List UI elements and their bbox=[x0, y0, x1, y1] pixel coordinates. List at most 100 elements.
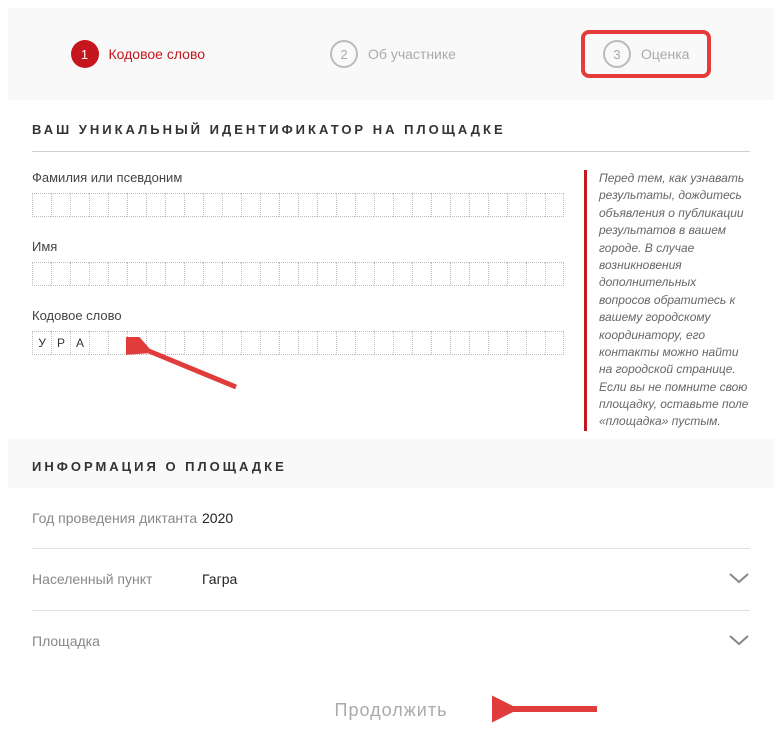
cell[interactable] bbox=[317, 331, 336, 355]
cell[interactable] bbox=[51, 193, 70, 217]
cell[interactable] bbox=[526, 262, 545, 286]
cell[interactable] bbox=[507, 331, 526, 355]
cell[interactable] bbox=[298, 193, 317, 217]
cell[interactable] bbox=[507, 193, 526, 217]
cell[interactable] bbox=[108, 262, 127, 286]
cell[interactable] bbox=[469, 331, 488, 355]
cell[interactable] bbox=[469, 193, 488, 217]
cell[interactable] bbox=[222, 193, 241, 217]
cell[interactable] bbox=[222, 262, 241, 286]
cell[interactable] bbox=[203, 262, 222, 286]
cell[interactable] bbox=[488, 262, 507, 286]
cell[interactable]: У bbox=[32, 331, 51, 355]
section-identifier: ВАШ УНИКАЛЬНЫЙ ИДЕНТИФИКАТОР НА ПЛОЩАДКЕ… bbox=[8, 102, 774, 439]
cell[interactable] bbox=[431, 331, 450, 355]
city-label: Населенный пункт bbox=[32, 571, 202, 587]
cell[interactable] bbox=[526, 331, 545, 355]
cell[interactable] bbox=[412, 331, 431, 355]
cell[interactable] bbox=[545, 331, 564, 355]
cell[interactable] bbox=[507, 262, 526, 286]
cell[interactable] bbox=[260, 331, 279, 355]
cell[interactable] bbox=[127, 262, 146, 286]
step-2-num: 2 bbox=[330, 40, 358, 68]
cell[interactable] bbox=[393, 262, 412, 286]
cell[interactable] bbox=[412, 262, 431, 286]
step-1[interactable]: 1 Кодовое слово bbox=[71, 40, 206, 68]
cell[interactable] bbox=[298, 262, 317, 286]
chevron-down-icon bbox=[728, 571, 750, 588]
cell[interactable] bbox=[488, 331, 507, 355]
cell[interactable] bbox=[108, 193, 127, 217]
cell[interactable] bbox=[545, 193, 564, 217]
cell[interactable] bbox=[51, 262, 70, 286]
cell[interactable] bbox=[89, 331, 108, 355]
cell[interactable] bbox=[374, 331, 393, 355]
cell[interactable] bbox=[241, 331, 260, 355]
cell[interactable] bbox=[89, 193, 108, 217]
cell[interactable] bbox=[203, 193, 222, 217]
cell[interactable]: А bbox=[70, 331, 89, 355]
cell[interactable] bbox=[32, 193, 51, 217]
cell[interactable] bbox=[526, 193, 545, 217]
cell[interactable] bbox=[488, 193, 507, 217]
cell[interactable] bbox=[146, 331, 165, 355]
cell[interactable] bbox=[374, 193, 393, 217]
cell[interactable] bbox=[70, 262, 89, 286]
cell[interactable] bbox=[165, 193, 184, 217]
cell[interactable] bbox=[336, 193, 355, 217]
cell[interactable] bbox=[146, 262, 165, 286]
codeword-input[interactable]: УРА bbox=[32, 331, 564, 355]
cell[interactable] bbox=[469, 262, 488, 286]
cell[interactable] bbox=[317, 193, 336, 217]
cell[interactable]: Р bbox=[51, 331, 70, 355]
cell[interactable] bbox=[450, 193, 469, 217]
cell[interactable] bbox=[260, 193, 279, 217]
cell[interactable] bbox=[184, 262, 203, 286]
cell[interactable] bbox=[203, 331, 222, 355]
cell[interactable] bbox=[241, 193, 260, 217]
cell[interactable] bbox=[336, 262, 355, 286]
cell[interactable] bbox=[393, 331, 412, 355]
venue-label: Площадка bbox=[32, 633, 202, 649]
cell[interactable] bbox=[127, 193, 146, 217]
cell[interactable] bbox=[355, 331, 374, 355]
cell[interactable] bbox=[279, 262, 298, 286]
section-venue: ИНФОРМАЦИЯ О ПЛОЩАДКЕ bbox=[8, 439, 774, 488]
cell[interactable] bbox=[450, 262, 469, 286]
cell[interactable] bbox=[127, 331, 146, 355]
cell[interactable] bbox=[317, 262, 336, 286]
cell[interactable] bbox=[374, 262, 393, 286]
cell[interactable] bbox=[184, 331, 203, 355]
continue-button[interactable]: Продолжить bbox=[335, 700, 448, 721]
cell[interactable] bbox=[184, 193, 203, 217]
cell[interactable] bbox=[336, 331, 355, 355]
cell[interactable] bbox=[165, 262, 184, 286]
cell[interactable] bbox=[355, 193, 374, 217]
cell[interactable] bbox=[393, 193, 412, 217]
cell[interactable] bbox=[431, 262, 450, 286]
cell[interactable] bbox=[279, 193, 298, 217]
name-label: Имя bbox=[32, 239, 564, 254]
cell[interactable] bbox=[165, 331, 184, 355]
cell[interactable] bbox=[545, 262, 564, 286]
cell[interactable] bbox=[431, 193, 450, 217]
cell[interactable] bbox=[108, 331, 127, 355]
row-city[interactable]: Населенный пункт Гагра bbox=[32, 549, 750, 611]
cell[interactable] bbox=[70, 193, 89, 217]
cell[interactable] bbox=[355, 262, 374, 286]
cell[interactable] bbox=[222, 331, 241, 355]
cell[interactable] bbox=[279, 331, 298, 355]
cell[interactable] bbox=[260, 262, 279, 286]
step-2[interactable]: 2 Об участнике bbox=[330, 40, 456, 68]
cell[interactable] bbox=[32, 262, 51, 286]
cell[interactable] bbox=[241, 262, 260, 286]
step-3[interactable]: 3 Оценка bbox=[581, 30, 712, 78]
cell[interactable] bbox=[412, 193, 431, 217]
cell[interactable] bbox=[89, 262, 108, 286]
cell[interactable] bbox=[298, 331, 317, 355]
row-venue[interactable]: Площадка bbox=[32, 611, 750, 672]
cell[interactable] bbox=[450, 331, 469, 355]
name-input[interactable] bbox=[32, 262, 564, 286]
surname-input[interactable] bbox=[32, 193, 564, 217]
cell[interactable] bbox=[146, 193, 165, 217]
